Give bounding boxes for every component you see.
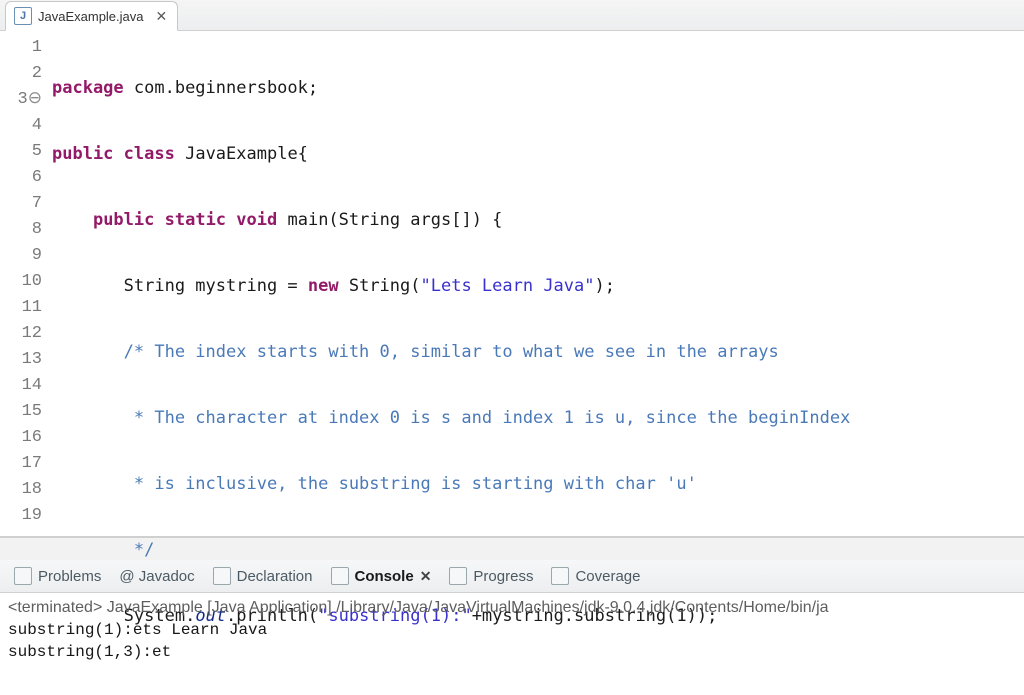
line-number: 16 [0, 425, 42, 451]
line-number: 7 [0, 191, 42, 217]
progress-icon [449, 567, 467, 585]
line-number: 5 [0, 139, 42, 165]
close-icon[interactable]: ✕ [420, 568, 432, 585]
console-icon [331, 567, 349, 585]
line-number: 15 [0, 399, 42, 425]
tab-progress[interactable]: Progress [449, 567, 533, 585]
code-content[interactable]: package com.beginnersbook; public class … [48, 31, 1024, 536]
editor-tab-label: JavaExample.java [38, 9, 144, 24]
line-number-gutter: 1 2 3⊖ 4 5 6 7 8 9 10 11 12 13 14 15 16 … [0, 31, 48, 536]
line-number: 11 [0, 295, 42, 321]
line-number: 1 [0, 35, 42, 61]
line-number: 8 [0, 217, 42, 243]
editor-tab-bar: J JavaExample.java ✕ [0, 0, 1024, 31]
coverage-icon [551, 567, 569, 585]
line-number: 19 [0, 503, 42, 529]
line-number: 2 [0, 61, 42, 87]
line-number: 3⊖ [0, 87, 42, 113]
java-file-icon: J [14, 7, 32, 25]
line-number: 17 [0, 451, 42, 477]
line-number: 18 [0, 477, 42, 503]
line-number: 4 [0, 113, 42, 139]
line-number: 14 [0, 373, 42, 399]
tab-coverage[interactable]: Coverage [551, 567, 640, 585]
editor-tab-active[interactable]: J JavaExample.java ✕ [5, 1, 178, 31]
line-number: 13 [0, 347, 42, 373]
tab-declaration[interactable]: Declaration [213, 567, 313, 585]
code-editor[interactable]: 1 2 3⊖ 4 5 6 7 8 9 10 11 12 13 14 15 16 … [0, 31, 1024, 537]
tab-javadoc[interactable]: @ Javadoc [119, 568, 194, 585]
close-icon[interactable]: ✕ [156, 8, 168, 25]
line-number: 10 [0, 269, 42, 295]
line-number: 9 [0, 243, 42, 269]
line-number: 12 [0, 321, 42, 347]
declaration-icon [213, 567, 231, 585]
line-number: 6 [0, 165, 42, 191]
tab-console[interactable]: Console ✕ [331, 567, 432, 585]
problems-icon [14, 567, 32, 585]
tab-problems[interactable]: Problems [14, 567, 101, 585]
